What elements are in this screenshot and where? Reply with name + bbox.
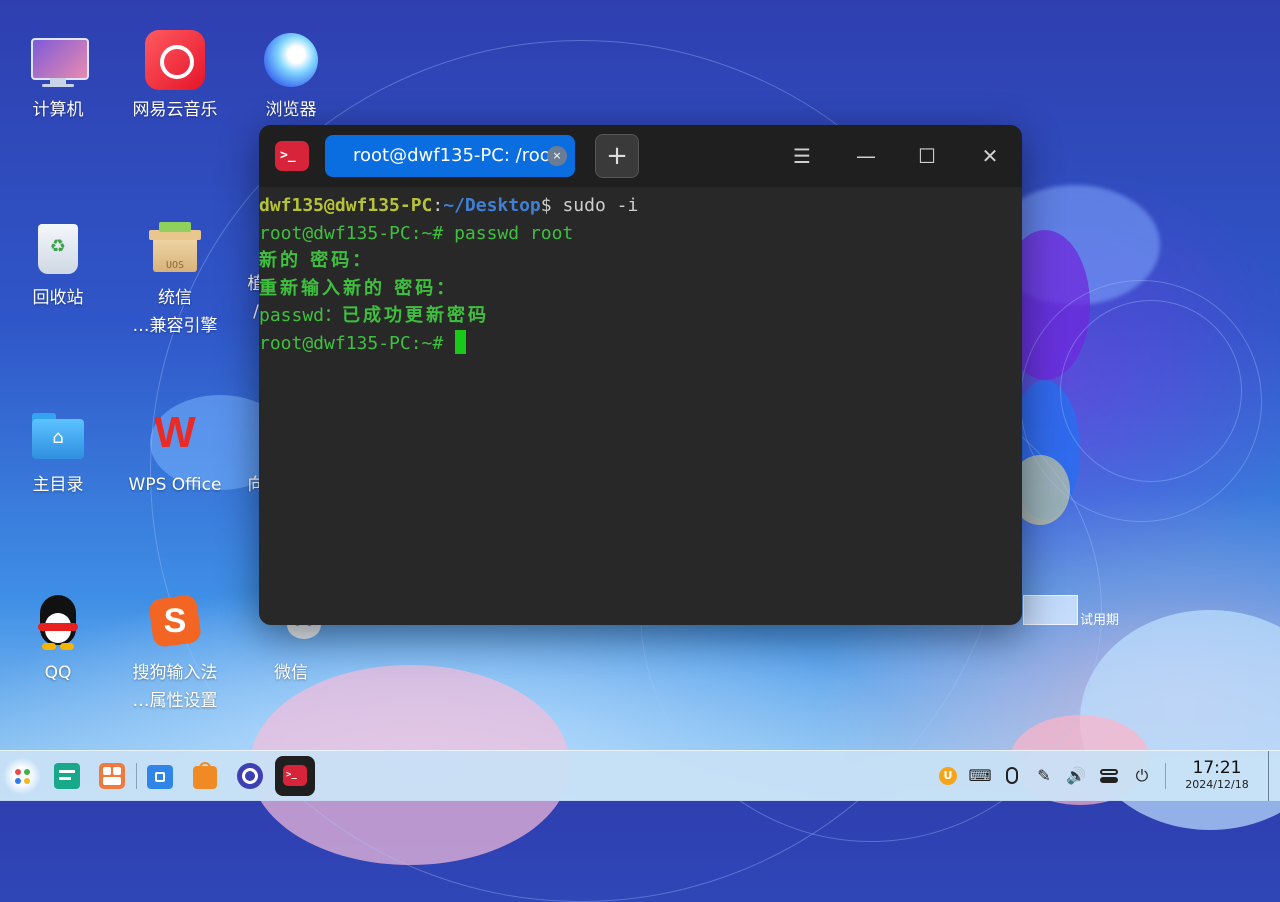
- desktop-icon-label: 主目录: [32, 475, 84, 495]
- terminal-window[interactable]: >_ root@dwf135-PC: /root × + ☰ — ☐ ✕ dwf…: [259, 125, 1022, 625]
- current-prompt: root@dwf135-PC:~#: [259, 332, 455, 354]
- terminal-tab-active[interactable]: root@dwf135-PC: /root ×: [325, 135, 575, 177]
- clock-date[interactable]: 2024/12/18: [1178, 778, 1256, 791]
- prompt-user: dwf135@dwf135-PC: [259, 195, 433, 216]
- desktop-icon-qq[interactable]: QQ: [0, 593, 116, 687]
- desktop-icon-label-line2: …属性设置: [132, 691, 218, 711]
- terminal-line: root@dwf135-PC:~#: [259, 329, 1022, 358]
- netease-music-icon: [145, 30, 205, 90]
- toggle-switches-icon[interactable]: [1097, 764, 1121, 788]
- taskbar-separator: [136, 763, 137, 789]
- file-manager-icon[interactable]: [141, 757, 179, 795]
- desktop-icon-computer[interactable]: 计算机: [0, 30, 116, 124]
- terminal-cursor: [455, 329, 467, 354]
- desktop-icon-home[interactable]: ⌂ 主目录: [0, 405, 116, 499]
- qq-penguin-icon: [28, 593, 88, 653]
- taskbar-separator: [1165, 763, 1166, 789]
- terminal-output[interactable]: dwf135@dwf135-PC:~/Desktop$ sudo -i root…: [259, 187, 1022, 357]
- command-text: $ sudo -i: [540, 195, 639, 216]
- browser-icon: [261, 30, 321, 90]
- multitask-view-icon[interactable]: [48, 757, 86, 795]
- desktop-icon-label: 计算机: [32, 100, 84, 120]
- terminal-line: 新的 密码：: [259, 250, 374, 271]
- desktop-icon-label: 回收站: [32, 288, 84, 308]
- trial-label: 试用期: [1080, 613, 1120, 628]
- terminal-line: root@dwf135-PC:~# passwd root: [259, 222, 574, 244]
- folder-home-icon: ⌂: [28, 405, 88, 465]
- prompt-separator: :: [432, 195, 444, 216]
- pen-icon[interactable]: ✎: [1032, 764, 1056, 788]
- computer-icon: [28, 30, 89, 90]
- clock-time[interactable]: 17:21: [1178, 758, 1256, 778]
- terminal-line: 重新输入新的 密码：: [259, 277, 458, 299]
- wps-office-icon: W: [154, 408, 196, 457]
- volume-icon[interactable]: 🔊: [1064, 764, 1088, 788]
- taskbar-edge: [1268, 751, 1269, 801]
- minimize-icon[interactable]: —: [851, 141, 881, 171]
- terminal-taskbar-icon[interactable]: >_: [275, 756, 315, 796]
- tab-close-icon[interactable]: ×: [547, 146, 567, 166]
- desktop-icon-label: QQ: [44, 663, 72, 683]
- recycle-bin-icon: ♻: [28, 218, 88, 278]
- maximize-icon[interactable]: ☐: [912, 141, 942, 171]
- passwd-message: 已成功更新密码: [342, 305, 490, 326]
- new-tab-button[interactable]: +: [595, 134, 639, 178]
- desktop-icon-label: 搜狗输入法: [132, 663, 218, 683]
- tab-title: root@dwf135-PC: /root: [353, 145, 549, 166]
- desktop-icon-label: 网易云音乐: [132, 100, 218, 120]
- desktop-icon-label: 浏览器: [265, 100, 317, 120]
- sogou-input-icon: S: [145, 593, 205, 653]
- desktop-icon-recycle-bin[interactable]: ♻ 回收站: [0, 218, 116, 312]
- menu-icon[interactable]: ☰: [787, 141, 817, 171]
- taskbar: >_ U ⌨ ✎ 🔊 ⏻: [0, 750, 1280, 801]
- desktop-icon-label: 微信: [274, 663, 308, 683]
- terminal-titlebar[interactable]: >_ root@dwf135-PC: /root × + ☰ — ☐ ✕: [259, 125, 1022, 187]
- app-shop-bag-icon[interactable]: [186, 757, 224, 795]
- terminal-glyph: >_: [283, 765, 307, 786]
- launcher-icon[interactable]: [3, 757, 41, 795]
- prompt-path: ~/Desktop: [443, 195, 541, 216]
- uos-box-icon: UOS: [145, 218, 205, 278]
- app-store-icon[interactable]: [93, 757, 131, 795]
- trial-watermark-box: [1023, 595, 1078, 625]
- desktop-icon-browser[interactable]: 浏览器: [233, 30, 349, 124]
- desktop-icon-sogou[interactable]: S 搜狗输入法 …属性设置: [117, 593, 233, 715]
- power-icon[interactable]: ⏻: [1130, 764, 1154, 788]
- keyboard-icon[interactable]: ⌨: [968, 764, 992, 788]
- control-center-icon[interactable]: [231, 757, 269, 795]
- terminal-line: dwf135@dwf135-PC:~/Desktop$ sudo -i: [259, 192, 1022, 220]
- terminal-app-icon: >_: [275, 141, 309, 171]
- passwd-prefix: passwd：: [259, 305, 343, 326]
- input-method-icon[interactable]: U: [936, 764, 960, 788]
- close-icon[interactable]: ✕: [975, 141, 1005, 171]
- desktop-icon-netease-music[interactable]: 网易云音乐: [117, 30, 233, 124]
- terminal-line: passwd：已成功更新密码: [259, 302, 1022, 330]
- penguin-tray-icon[interactable]: [1000, 764, 1024, 788]
